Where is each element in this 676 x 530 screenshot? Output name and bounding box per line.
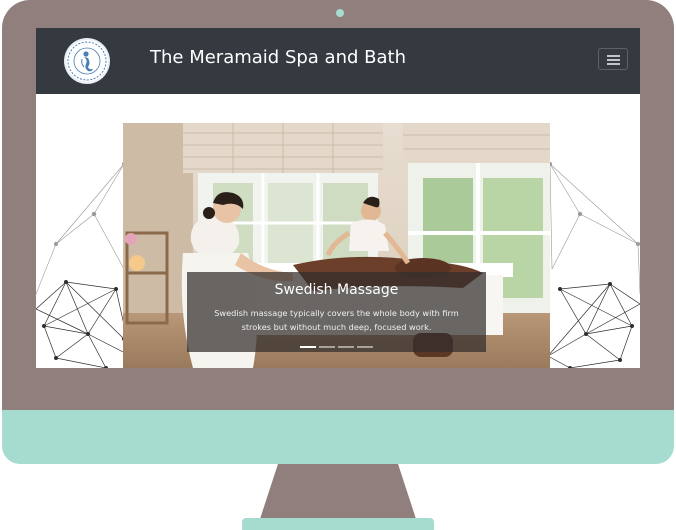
decorative-network-left — [36, 162, 133, 368]
decorative-network-right — [546, 162, 640, 368]
carousel-indicator[interactable] — [319, 346, 335, 348]
camera-dot — [336, 9, 344, 17]
monitor-base — [242, 518, 434, 530]
mermaid-logo-icon[interactable] — [66, 40, 108, 82]
monitor-chin — [2, 410, 674, 464]
website-screen: The Meramaid Spa and Bath Swedish Massag… — [36, 28, 640, 368]
carousel-indicator[interactable] — [338, 346, 354, 348]
carousel-indicator[interactable] — [300, 346, 316, 348]
monitor-stand — [259, 464, 417, 522]
slide-description: Swedish massage typically covers the who… — [214, 308, 459, 332]
brand-title[interactable]: The Meramaid Spa and Bath — [150, 47, 406, 68]
hamburger-menu-icon[interactable] — [598, 48, 628, 70]
slide-title: Swedish Massage — [274, 282, 399, 298]
carousel-caption: Swedish Massage Swedish massage typicall… — [187, 272, 486, 352]
carousel-indicator[interactable] — [357, 346, 373, 348]
hero-carousel[interactable]: Swedish Massage Swedish massage typicall… — [123, 123, 550, 368]
navbar: The Meramaid Spa and Bath — [36, 28, 640, 94]
